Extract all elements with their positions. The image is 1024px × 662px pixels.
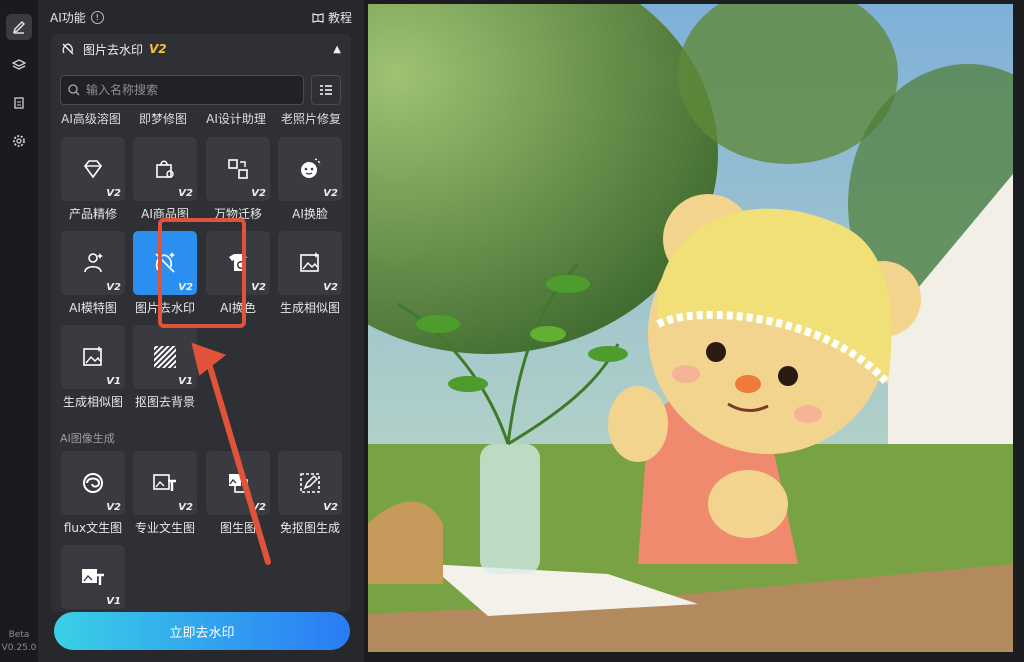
remove-watermark-button[interactable]: 立即去水印 — [54, 612, 350, 650]
version-badge: V1 — [106, 596, 121, 607]
image-text-icon — [153, 474, 176, 491]
tool-tile-product-retouch[interactable]: V2 — [61, 137, 125, 201]
tool-name: 图片去水印 — [83, 42, 144, 57]
tool-tile-object-transfer[interactable]: V2 — [206, 137, 270, 201]
tool-label: flux文生图 — [63, 521, 123, 535]
section-title: AI图像生成 — [60, 432, 115, 445]
tool-badge: V2 — [149, 42, 167, 56]
search-icon — [68, 84, 80, 96]
tool-label[interactable]: 即梦修图 — [128, 110, 198, 127]
version-badge: V2 — [106, 502, 121, 513]
face-swap-icon — [301, 158, 321, 178]
tool-label: 生成相似图 — [62, 395, 123, 409]
gem-sparkle-icon — [83, 160, 103, 179]
bag-sparkle-icon — [156, 160, 174, 178]
image-sparkle-icon — [300, 252, 319, 272]
tool-card-header[interactable]: 图片去水印 V2 ▲ — [51, 34, 351, 64]
version-badge: V2 — [323, 188, 338, 199]
panel-title: AI功能 — [50, 10, 86, 25]
tool-tile-text-to-image-v1[interactable]: V1 — [61, 545, 125, 609]
tool-label[interactable]: AI设计助理 — [201, 110, 271, 127]
tool-label: AI模特图 — [69, 301, 117, 315]
tool-label[interactable]: AI高级溶图 — [56, 110, 126, 127]
info-icon[interactable]: ! — [90, 10, 104, 24]
list-icon — [320, 85, 332, 95]
chevron-up-icon[interactable]: ▲ — [333, 44, 341, 55]
version-badge: V2 — [251, 188, 266, 199]
no-watermark-icon — [62, 43, 74, 55]
edit-icon[interactable] — [6, 14, 32, 40]
settings-gear-icon[interactable] — [6, 128, 32, 154]
tool-label: 产品精修 — [68, 207, 117, 221]
search-input[interactable] — [84, 82, 288, 98]
tool-tile-similar-image-v1[interactable]: V1 — [61, 325, 125, 389]
version-badge: V2 — [106, 188, 121, 199]
book-icon — [312, 12, 324, 23]
edit-image-icon — [300, 473, 320, 493]
tool-label: 生成相似图 — [279, 301, 340, 315]
version-badge: V2 — [323, 282, 338, 293]
tool-tile-flux[interactable]: V2 — [61, 451, 125, 515]
transfer-icon — [228, 159, 248, 179]
beta-label: Beta — [8, 630, 30, 640]
tool-rail: Beta V0.25.0 — [0, 0, 39, 662]
layers-icon[interactable] — [6, 52, 32, 78]
version-badge: V2 — [178, 188, 193, 199]
image-canvas[interactable] — [368, 4, 1013, 652]
tool-label[interactable]: 老照片修复 — [273, 110, 349, 127]
annotation-arrow — [191, 342, 271, 565]
document-icon[interactable] — [6, 90, 32, 116]
flux-swirl-icon — [83, 473, 103, 493]
tool-tile-ai-product-image[interactable]: V2 — [133, 137, 197, 201]
tool-tile-ai-face-swap[interactable]: V2 — [278, 137, 342, 201]
model-sparkle-icon — [84, 253, 103, 273]
version-badge: V2 — [106, 282, 121, 293]
image-text-icon — [82, 569, 104, 585]
list-view-button[interactable] — [311, 75, 341, 105]
version-badge: V1 — [106, 376, 121, 387]
tool-tile-similar-image-v2[interactable]: V2 — [278, 231, 342, 295]
image-sparkle-icon — [83, 346, 102, 366]
tutorial-link[interactable]: 教程 — [312, 9, 352, 26]
teddy-bear-photo — [368, 4, 1013, 652]
version-badge: V2 — [323, 502, 338, 513]
tool-tile-ai-model[interactable]: V2 — [61, 231, 125, 295]
partial-row-labels: AI高级溶图 即梦修图 AI设计助理 老照片修复 — [51, 110, 351, 126]
panel-header: AI功能 ! 教程 — [50, 8, 352, 26]
version-badge: V2 — [251, 282, 266, 293]
version-label: V0.25.0 — [1, 643, 37, 653]
tutorial-label: 教程 — [327, 10, 352, 25]
tool-label: AI换脸 — [292, 207, 328, 221]
cutout-pattern-icon — [154, 346, 176, 368]
search-field[interactable] — [60, 75, 304, 105]
highlight-box — [158, 218, 246, 328]
